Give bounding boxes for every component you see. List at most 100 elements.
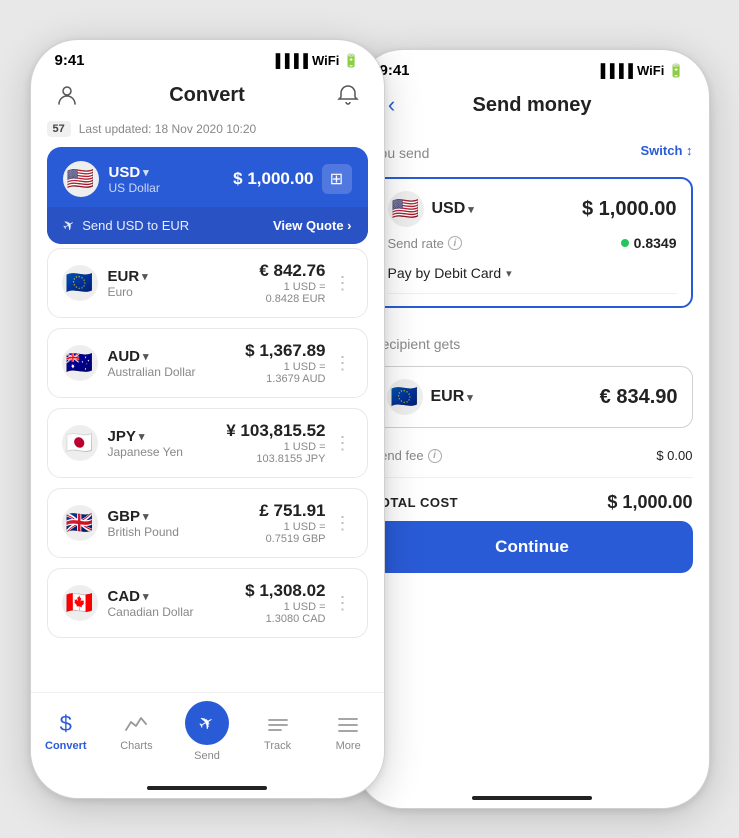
base-currency-card[interactable]: 🇺🇸 USD ▾ US Dollar $ 1,000.00 ⊞	[47, 147, 368, 244]
continue-button[interactable]: Continue	[372, 521, 693, 573]
fee-info-icon[interactable]: i	[428, 449, 442, 463]
recipient-currency-card[interactable]: 🇪🇺 EUR ▾ € 834.90	[372, 366, 693, 428]
last-updated-bar: 57 Last updated: 18 Nov 2020 10:20	[47, 121, 368, 137]
status-bar-right: 9:41 ▐▐▐▐ WiFi 🔋	[356, 50, 709, 85]
cad-chevron[interactable]: ▾	[143, 590, 149, 603]
wifi-icon: WiFi	[312, 53, 339, 68]
nav-charts-label: Charts	[120, 740, 152, 752]
jpy-left: 🇯🇵 JPY ▾ Japanese Yen	[62, 425, 183, 461]
currency-row-gbp[interactable]: 🇬🇧 GBP ▾ British Pound £ 751.91 1 USD =	[47, 488, 368, 558]
green-dot	[621, 239, 629, 247]
nav-charts[interactable]: Charts	[106, 711, 166, 752]
jpy-chevron[interactable]: ▾	[139, 430, 145, 443]
gbp-name: British Pound	[108, 525, 179, 539]
jpy-flag: 🇯🇵	[62, 425, 98, 461]
cad-name: Canadian Dollar	[108, 605, 194, 619]
aud-flag: 🇦🇺	[62, 345, 98, 381]
track-nav-icon	[265, 711, 291, 737]
aud-rate: 1 USD = 1.3679 AUD	[245, 361, 325, 385]
eur-rate: 1 USD = 0.8428 EUR	[259, 281, 325, 305]
profile-icon[interactable]	[51, 79, 83, 111]
nav-send[interactable]: ✈ Send	[177, 701, 237, 762]
pay-method-chevron[interactable]: ▾	[506, 267, 512, 280]
usd-info: USD ▾ US Dollar	[109, 164, 160, 195]
gbp-flag: 🇬🇧	[62, 505, 98, 541]
nav-more[interactable]: More	[318, 711, 378, 752]
rate-row: Send rate i 0.8349	[388, 227, 677, 259]
gbp-menu-icon[interactable]: ⋮	[334, 513, 353, 534]
aud-amount-right: $ 1,367.89 1 USD = 1.3679 AUD ⋮	[245, 341, 352, 385]
pay-method-text: Pay by Debit Card	[388, 265, 502, 281]
recipient-currency-chevron[interactable]: ▾	[467, 391, 473, 404]
aud-menu-icon[interactable]: ⋮	[334, 353, 353, 374]
eur-amount-right: € 842.76 1 USD = 0.8428 EUR ⋮	[259, 261, 352, 305]
send-flag: 🇺🇸	[388, 191, 424, 227]
total-cost-bar: TOTAL COST $ 1,000.00	[372, 477, 693, 521]
eur-chevron[interactable]: ▾	[142, 270, 148, 283]
cad-amount-right: $ 1,308.02 1 USD = 1.3080 CAD ⋮	[245, 581, 352, 625]
aud-name: Australian Dollar	[108, 365, 196, 379]
aud-amount: $ 1,367.89	[245, 341, 325, 361]
gbp-left: 🇬🇧 GBP ▾ British Pound	[62, 505, 179, 541]
currency-row-cad[interactable]: 🇨🇦 CAD ▾ Canadian Dollar $ 1,308.02 1 US…	[47, 568, 368, 638]
main-content-left: 57 Last updated: 18 Nov 2020 10:20 🇺🇸 US…	[31, 121, 384, 692]
gbp-amount: £ 751.91	[259, 501, 325, 521]
last-updated-text: Last updated: 18 Nov 2020 10:20	[79, 122, 256, 136]
eur-amount: € 842.76	[259, 261, 325, 281]
currency-row-jpy[interactable]: 🇯🇵 JPY ▾ Japanese Yen ¥ 103,815.52 1 USD…	[47, 408, 368, 478]
switch-btn[interactable]: Switch ↕	[640, 143, 692, 158]
aud-chevron[interactable]: ▾	[143, 350, 149, 363]
usd-chevron[interactable]: ▾	[143, 166, 149, 179]
send-row-left: ✈ Send USD to EUR	[63, 217, 190, 234]
cad-flag: 🇨🇦	[62, 585, 98, 621]
main-content-right: You send Switch ↕ 🇺🇸 USD ▾ $ 1,000.00	[356, 131, 709, 792]
eur-name: Euro	[108, 285, 148, 299]
currency-row-eur[interactable]: 🇪🇺 EUR ▾ Euro € 842.76 1 USD =	[47, 248, 368, 318]
total-cost-value: $ 1,000.00	[607, 492, 692, 513]
send-fee-row: Send fee i $ 0.00	[372, 442, 693, 469]
eur-menu-icon[interactable]: ⋮	[334, 273, 353, 294]
home-indicator-left	[147, 786, 267, 790]
send-amount: $ 1,000.00	[582, 198, 677, 221]
view-quote-btn[interactable]: View Quote ›	[273, 218, 352, 233]
page-title-right: Send money	[408, 94, 657, 117]
header-right-spacer	[657, 89, 689, 121]
jpy-rate: 1 USD = 103.8155 JPY	[226, 441, 325, 465]
aud-code: AUD ▾	[108, 348, 196, 365]
bell-icon[interactable]	[332, 79, 364, 111]
phone-convert: 9:41 ▐▐▐▐ WiFi 🔋 Convert	[30, 39, 385, 799]
nav-track[interactable]: Track	[248, 711, 308, 752]
send-row[interactable]: ✈ Send USD to EUR View Quote ›	[47, 207, 368, 244]
calc-icon[interactable]: ⊞	[322, 164, 352, 194]
battery-icon: 🔋	[343, 53, 359, 69]
nav-convert[interactable]: $ Convert	[36, 711, 96, 752]
cad-menu-icon[interactable]: ⋮	[334, 593, 353, 614]
rate-label: Send rate i	[388, 236, 462, 251]
send-currency-card[interactable]: 🇺🇸 USD ▾ $ 1,000.00 Send rate i	[372, 177, 693, 308]
aud-info: AUD ▾ Australian Dollar	[108, 348, 196, 379]
nav-convert-label: Convert	[45, 740, 87, 752]
eur-info: EUR ▾ Euro	[108, 268, 148, 299]
pay-method-row[interactable]: Pay by Debit Card ▾	[388, 259, 677, 294]
cad-info: CAD ▾ Canadian Dollar	[108, 588, 194, 619]
send-currency-selector[interactable]: 🇺🇸 USD ▾	[388, 191, 474, 227]
gbp-rate: 1 USD = 0.7519 GBP	[259, 521, 325, 545]
recipient-currency-selector[interactable]: 🇪🇺 EUR ▾	[387, 379, 473, 415]
status-time-left: 9:41	[55, 52, 85, 69]
jpy-name: Japanese Yen	[108, 445, 183, 459]
send-currency-chevron[interactable]: ▾	[468, 203, 474, 216]
currency-row-aud[interactable]: 🇦🇺 AUD ▾ Australian Dollar $ 1,367.89 1 …	[47, 328, 368, 398]
gbp-chevron[interactable]: ▾	[143, 510, 149, 523]
jpy-menu-icon[interactable]: ⋮	[334, 433, 353, 454]
jpy-info: JPY ▾ Japanese Yen	[108, 428, 183, 459]
usd-currency-left: 🇺🇸 USD ▾ US Dollar	[63, 161, 160, 197]
charts-nav-icon	[123, 711, 149, 737]
send-currency-row: 🇺🇸 USD ▾ $ 1,000.00	[388, 191, 677, 227]
jpy-code: JPY ▾	[108, 428, 183, 445]
rate-info-icon[interactable]: i	[448, 236, 462, 250]
recipient-amount: € 834.90	[600, 386, 678, 409]
more-nav-icon	[335, 711, 361, 737]
header-left: Convert	[31, 75, 384, 121]
eur-code: EUR ▾	[108, 268, 148, 285]
signal-icon-r: ▐▐▐▐	[596, 63, 633, 78]
